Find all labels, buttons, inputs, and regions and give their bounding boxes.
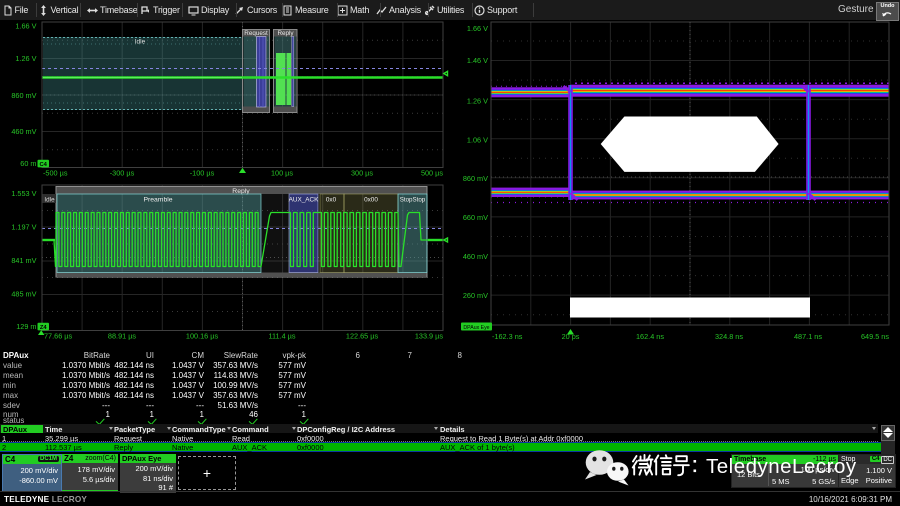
svg-text:860 mV: 860 mV <box>11 91 36 100</box>
svg-text:129 m: 129 m <box>16 322 36 331</box>
svg-text:460 mV: 460 mV <box>463 252 488 261</box>
svg-text:Reply: Reply <box>277 30 294 37</box>
svg-text:841 mV: 841 mV <box>11 256 36 265</box>
svg-text:0x0: 0x0 <box>326 196 337 203</box>
svg-text:TeledyneLecroy: TeledyneLecroy <box>706 455 857 478</box>
svg-text:1.553 V: 1.553 V <box>11 189 36 198</box>
svg-text:C4: C4 <box>39 162 47 168</box>
svg-text:-162.3 ns: -162.3 ns <box>492 332 523 341</box>
svg-text:Idle: Idle <box>44 196 55 203</box>
svg-text:-300 µs: -300 µs <box>110 169 135 178</box>
svg-text:1.66 V: 1.66 V <box>467 24 488 33</box>
svg-text:500 µs: 500 µs <box>421 169 443 178</box>
svg-text:300 µs: 300 µs <box>351 169 373 178</box>
svg-text:77.66 µs: 77.66 µs <box>44 332 72 341</box>
svg-text:Request: Request <box>244 30 268 37</box>
svg-text:88.91 µs: 88.91 µs <box>108 332 136 341</box>
svg-text:1.26 V: 1.26 V <box>467 97 488 106</box>
svg-text:260 mV: 260 mV <box>463 291 488 300</box>
svg-text:1.26 V: 1.26 V <box>15 54 36 63</box>
svg-text:60 m: 60 m <box>20 159 36 168</box>
svg-text:StopStop: StopStop <box>400 196 426 203</box>
svg-text:AUX_ACK: AUX_ACK <box>289 196 320 203</box>
svg-text:0x00: 0x00 <box>364 196 378 203</box>
svg-text:100 µs: 100 µs <box>271 169 293 178</box>
svg-text:485 mV: 485 mV <box>11 290 36 299</box>
svg-text:-500 µs: -500 µs <box>43 169 68 178</box>
svg-text:111.4 µs: 111.4 µs <box>268 332 295 341</box>
svg-text:1.06 V: 1.06 V <box>467 136 488 145</box>
svg-text:860 mV: 860 mV <box>463 174 488 183</box>
svg-text:Z4: Z4 <box>40 325 48 331</box>
svg-text:460 mV: 460 mV <box>11 127 36 136</box>
svg-text:133.9 µs: 133.9 µs <box>415 332 443 341</box>
svg-text:20 ps: 20 ps <box>562 332 580 341</box>
svg-text:487.1 ns: 487.1 ns <box>794 332 822 341</box>
svg-text:Preamble: Preamble <box>143 196 172 203</box>
svg-text:649.5 ns: 649.5 ns <box>861 332 889 341</box>
svg-text:1.46 V: 1.46 V <box>467 56 488 65</box>
svg-text:100.16 µs: 100.16 µs <box>186 332 219 341</box>
svg-text:DPAux Eye: DPAux Eye <box>463 325 489 331</box>
svg-text:162.4 ns: 162.4 ns <box>636 332 664 341</box>
svg-text:1.197 V: 1.197 V <box>11 223 36 232</box>
svg-text:660 mV: 660 mV <box>463 213 488 222</box>
svg-text:Idle: Idle <box>135 39 146 46</box>
svg-text:-100 µs: -100 µs <box>190 169 215 178</box>
svg-text:122.65 µs: 122.65 µs <box>346 332 379 341</box>
svg-text:324.8 ns: 324.8 ns <box>715 332 743 341</box>
svg-text:1.66 V: 1.66 V <box>15 22 36 31</box>
